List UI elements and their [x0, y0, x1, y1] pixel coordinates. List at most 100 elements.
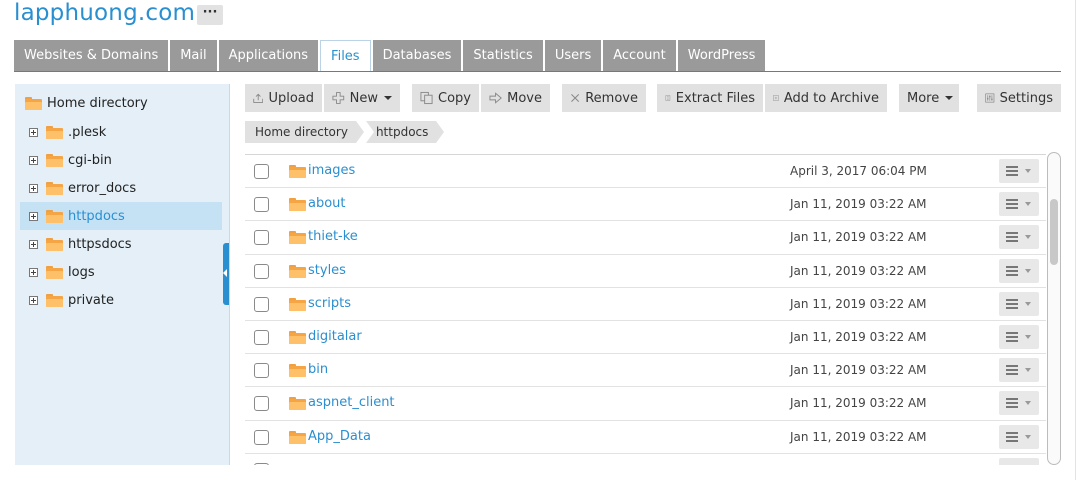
upload-button[interactable]: Upload — [245, 84, 322, 112]
file-name-link[interactable]: images — [308, 163, 355, 178]
table-row[interactable]: thiet-ke Jan 11, 2019 03:22 AM — [245, 221, 1046, 255]
table-row-partial[interactable] — [245, 454, 1046, 465]
file-name-link[interactable]: bin — [308, 362, 328, 377]
tree-item-httpdocs[interactable]: httpdocs — [20, 202, 222, 230]
tab-websites-domains[interactable]: Websites & Domains — [14, 40, 169, 71]
tab-wordpress[interactable]: WordPress — [677, 40, 766, 71]
table-row[interactable]: about Jan 11, 2019 03:22 AM — [245, 188, 1046, 222]
row-menu-button[interactable] — [999, 424, 1039, 449]
tab-users[interactable]: Users — [544, 40, 602, 71]
table-row[interactable]: digitalar Jan 11, 2019 03:22 AM — [245, 321, 1046, 355]
tree-item-label: logs — [68, 264, 95, 280]
expand-icon[interactable] — [29, 183, 38, 193]
tree-item-plesk[interactable]: .plesk — [15, 118, 229, 146]
folder-icon — [46, 293, 63, 307]
modified-date: Jan 11, 2019 03:22 AM — [790, 363, 927, 378]
file-list: images April 3, 2017 06:04 PM about Jan … — [245, 154, 1046, 465]
expand-icon[interactable] — [29, 295, 38, 305]
row-menu-button[interactable] — [999, 391, 1039, 416]
file-name-link[interactable]: digitalar — [308, 329, 362, 344]
expand-icon[interactable] — [29, 155, 38, 165]
row-menu-button[interactable] — [999, 324, 1039, 349]
tab-applications[interactable]: Applications — [218, 40, 319, 71]
remove-button[interactable]: Remove — [562, 84, 646, 112]
chevron-down-icon — [1025, 334, 1031, 339]
scrollbar-thumb[interactable] — [1050, 199, 1058, 265]
site-title[interactable]: lapphuong.com — [14, 0, 195, 26]
breadcrumb-home[interactable]: Home directory — [245, 121, 364, 143]
table-row[interactable]: bin Jan 11, 2019 03:22 AM — [245, 354, 1046, 388]
tree-item-httpsdocs[interactable]: httpsdocs — [15, 230, 229, 258]
row-checkbox[interactable] — [254, 329, 269, 345]
tab-mail[interactable]: Mail — [170, 40, 217, 71]
row-checkbox[interactable] — [254, 230, 269, 246]
add-to-archive-button[interactable]: Add to Archive — [765, 84, 887, 112]
modified-date: Jan 11, 2019 03:22 AM — [790, 296, 927, 311]
row-checkbox[interactable] — [254, 197, 269, 213]
file-name-link[interactable]: scripts — [308, 296, 351, 311]
row-menu-button[interactable] — [999, 192, 1039, 217]
row-menu-button[interactable] — [999, 457, 1039, 465]
tab-files[interactable]: Files — [320, 40, 371, 72]
row-menu-button[interactable] — [999, 291, 1039, 316]
file-name-link[interactable]: thiet-ke — [308, 229, 358, 244]
breadcrumb-httpdocs[interactable]: httpdocs — [365, 121, 445, 143]
more-button[interactable]: More — [899, 84, 959, 112]
tab-account[interactable]: Account — [603, 40, 676, 71]
row-checkbox[interactable] — [254, 296, 269, 312]
copy-button[interactable]: Copy — [412, 84, 479, 112]
extract-icon — [665, 95, 671, 101]
chevron-down-icon — [1025, 434, 1031, 439]
expand-icon[interactable] — [29, 267, 38, 277]
copy-icon — [420, 91, 433, 105]
file-name-link[interactable]: about — [308, 196, 346, 211]
table-row[interactable]: App_Data Jan 11, 2019 03:22 AM — [245, 421, 1046, 454]
row-menu-button[interactable] — [999, 258, 1039, 283]
modified-date: April 3, 2017 06:04 PM — [790, 164, 927, 178]
chevron-down-icon — [1025, 401, 1031, 406]
folder-icon — [289, 198, 306, 212]
file-name-link[interactable]: aspnet_client — [308, 395, 395, 410]
table-row[interactable]: aspnet_client Jan 11, 2019 03:22 AM — [245, 387, 1046, 421]
table-row[interactable]: scripts Jan 11, 2019 03:22 AM — [245, 288, 1046, 321]
row-checkbox[interactable] — [254, 429, 269, 445]
row-checkbox[interactable] — [254, 363, 269, 379]
folder-icon — [289, 364, 306, 378]
extract-files-button[interactable]: Extract Files — [657, 84, 763, 112]
row-menu-button[interactable] — [999, 159, 1039, 183]
tab-statistics[interactable]: Statistics — [463, 40, 543, 71]
row-checkbox[interactable] — [254, 164, 269, 179]
row-menu-button[interactable] — [999, 358, 1039, 383]
tree-root-home[interactable]: Home directory — [25, 96, 148, 111]
file-name-link[interactable]: App_Data — [308, 429, 371, 444]
settings-button[interactable]: Settings — [977, 84, 1061, 112]
chevron-down-icon — [1025, 202, 1031, 207]
table-row[interactable]: images April 3, 2017 06:04 PM — [245, 155, 1046, 189]
chevron-down-icon — [1025, 301, 1031, 306]
tree-item-error-docs[interactable]: error_docs — [15, 174, 229, 202]
table-row[interactable]: styles Jan 11, 2019 03:22 AM — [245, 255, 1046, 288]
tree-item-private[interactable]: private — [15, 286, 229, 314]
tree-item-logs[interactable]: logs — [15, 258, 229, 286]
file-list-scrollbar[interactable] — [1047, 152, 1061, 465]
hamburger-icon — [1006, 199, 1018, 210]
row-checkbox[interactable] — [254, 462, 269, 465]
tree-item-cgi-bin[interactable]: cgi-bin — [15, 146, 229, 174]
expand-icon[interactable] — [29, 127, 38, 137]
folder-icon — [289, 330, 306, 344]
row-checkbox[interactable] — [254, 396, 269, 412]
row-menu-button[interactable] — [999, 225, 1039, 250]
chevron-down-icon — [384, 96, 392, 100]
move-button[interactable]: Move — [481, 84, 550, 112]
tab-databases[interactable]: Databases — [372, 40, 462, 71]
new-button[interactable]: New — [324, 84, 400, 112]
expand-icon[interactable] — [29, 211, 38, 221]
chevron-down-icon — [1025, 169, 1031, 173]
tree-item-label: cgi-bin — [68, 152, 112, 168]
row-checkbox[interactable] — [254, 263, 269, 279]
folder-icon — [46, 153, 63, 167]
expand-icon[interactable] — [29, 239, 38, 249]
chevron-down-icon — [1025, 368, 1031, 373]
file-name-link[interactable]: styles — [308, 263, 346, 278]
site-more-button[interactable]: ··· — [197, 5, 223, 25]
